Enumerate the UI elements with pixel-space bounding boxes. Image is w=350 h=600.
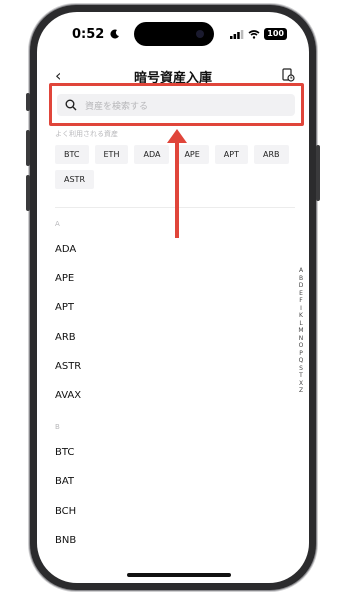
asset-list-item[interactable]: BAT: [55, 476, 74, 487]
search-highlight-box: [49, 83, 304, 126]
index-letter[interactable]: S: [299, 365, 303, 373]
alphabet-index[interactable]: A B D E F I K L M N O P Q S T X Z: [297, 267, 305, 395]
power-button: [316, 145, 320, 201]
index-letter[interactable]: I: [300, 305, 302, 313]
asset-chip[interactable]: ADA: [134, 145, 170, 164]
home-indicator[interactable]: [127, 573, 231, 577]
index-letter[interactable]: O: [299, 342, 304, 350]
index-letter[interactable]: B: [299, 275, 303, 283]
index-letter[interactable]: D: [299, 282, 304, 290]
index-letter[interactable]: A: [299, 267, 303, 275]
history-icon[interactable]: [281, 68, 295, 82]
asset-chip[interactable]: APE: [175, 145, 209, 164]
index-letter[interactable]: M: [298, 327, 303, 335]
index-letter[interactable]: L: [299, 320, 302, 328]
asset-list-item[interactable]: ARB: [55, 332, 76, 343]
index-letter[interactable]: K: [299, 312, 303, 320]
index-letter[interactable]: Q: [299, 357, 304, 365]
status-time: 0:52: [72, 27, 105, 42]
wifi-icon: [248, 29, 260, 39]
dynamic-island: [134, 22, 214, 46]
frequent-assets-label: よく利用される資産: [55, 130, 118, 138]
asset-chip[interactable]: APT: [214, 145, 248, 164]
asset-list-item[interactable]: APT: [55, 302, 74, 313]
index-letter[interactable]: Z: [299, 387, 303, 395]
index-letter[interactable]: E: [299, 290, 303, 298]
section-letter: B: [55, 423, 60, 431]
index-letter[interactable]: N: [299, 335, 304, 343]
asset-list-item[interactable]: BNB: [55, 535, 76, 546]
asset-list-item[interactable]: BTC: [55, 447, 74, 458]
screen: 0:52 100 ‹ 暗号資産入庫 資産を検索する よく利用される資産 BTC …: [37, 12, 309, 583]
asset-list-item[interactable]: APE: [55, 273, 74, 284]
annotation-arrow: [175, 140, 179, 238]
moon-icon: [110, 29, 119, 39]
signal-icon: [230, 29, 244, 39]
index-letter[interactable]: P: [299, 350, 303, 358]
status-icons: 100: [230, 28, 287, 40]
index-letter[interactable]: X: [299, 380, 303, 388]
section-letter: A: [55, 220, 60, 228]
battery-icon: 100: [264, 28, 287, 40]
index-letter[interactable]: F: [299, 297, 302, 305]
silent-switch: [26, 93, 30, 111]
asset-list-item[interactable]: AVAX: [55, 390, 81, 401]
index-letter[interactable]: T: [299, 372, 303, 380]
asset-list-item[interactable]: ADA: [55, 244, 76, 255]
asset-chip[interactable]: ASTR: [55, 170, 94, 189]
phone-frame: 0:52 100 ‹ 暗号資産入庫 資産を検索する よく利用される資産 BTC …: [26, 5, 320, 590]
asset-chip[interactable]: BTC: [55, 145, 89, 164]
volume-up-button: [26, 130, 30, 166]
asset-chip[interactable]: ARB: [253, 145, 289, 164]
asset-chip[interactable]: ETH: [94, 145, 129, 164]
volume-down-button: [26, 175, 30, 211]
asset-list-item[interactable]: BCH: [55, 506, 76, 517]
asset-list-item[interactable]: ASTR: [55, 361, 81, 372]
